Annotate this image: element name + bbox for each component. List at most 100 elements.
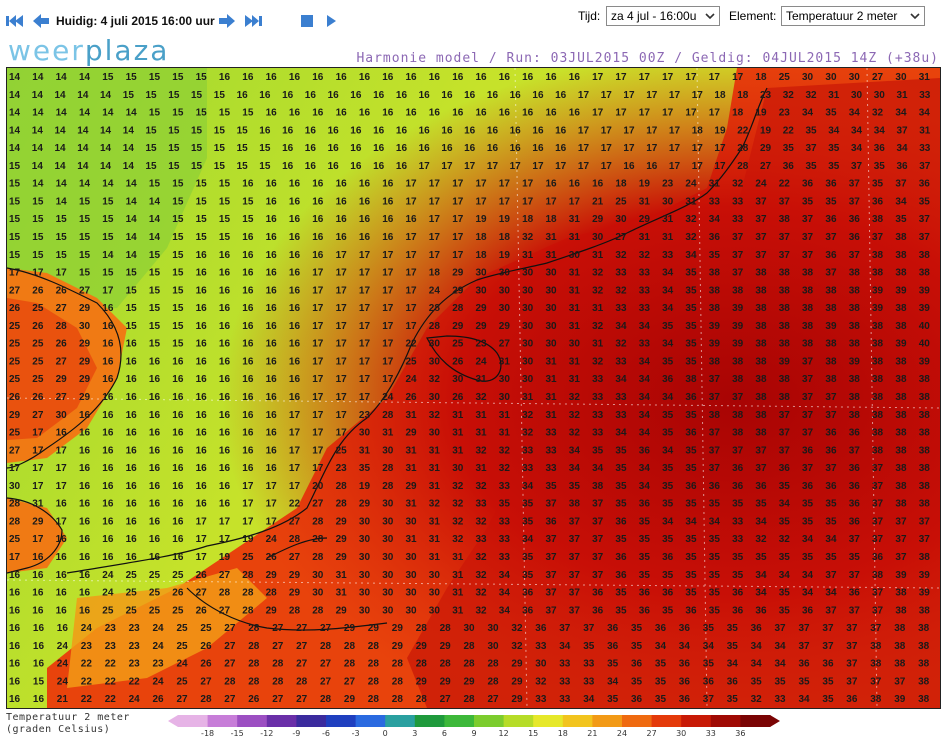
temperature-value: 27 <box>760 161 772 172</box>
temperature-value: 15 <box>146 125 158 136</box>
temperature-value: 35 <box>662 356 674 367</box>
temperature-value: 16 <box>79 588 91 599</box>
temperature-value: 16 <box>219 481 231 492</box>
temperature-value: 35 <box>849 552 861 563</box>
temperature-value: 18 <box>476 250 488 261</box>
play-icon[interactable] <box>320 11 342 31</box>
temperature-value: 30 <box>569 339 581 350</box>
temperature-value: 32 <box>569 410 581 421</box>
temperature-value: 15 <box>219 232 231 243</box>
skip-forward-icon[interactable] <box>242 11 264 31</box>
temperature-value: 35 <box>799 676 811 687</box>
temperature-value: 39 <box>894 694 906 705</box>
temperature-value: 37 <box>849 605 861 616</box>
temperature-value: 38 <box>919 268 931 279</box>
temperature-value: 34 <box>569 463 581 474</box>
temperature-value: 25 <box>172 605 184 616</box>
temperature-value: 16 <box>56 552 68 563</box>
temperature-value: 36 <box>825 445 837 456</box>
temperature-value: 16 <box>126 428 138 439</box>
temperature-value: 30 <box>312 570 324 581</box>
temperature-value: 16 <box>266 392 278 403</box>
temperature-value: 37 <box>851 161 863 172</box>
temperature-value: 35 <box>685 588 697 599</box>
temperature-value: 36 <box>849 463 861 474</box>
temperature-value: 16 <box>546 108 558 119</box>
stop-icon[interactable] <box>296 11 318 31</box>
temperature-value: 33 <box>499 481 511 492</box>
temperature-value: 37 <box>846 659 858 670</box>
temperature-value: 28 <box>392 659 404 670</box>
temperature-value: 38 <box>825 374 837 385</box>
temperature-value: 16 <box>359 72 371 83</box>
temperature-value: 22 <box>129 676 141 687</box>
element-select[interactable]: Temperatuur 2 meter <box>781 6 925 26</box>
temperature-value: 16 <box>266 72 278 83</box>
temperature-map[interactable]: 14 14 14 14 15 15 15 15 15 16 16 16 16 16 16 16 16 16 16 16… <box>6 67 941 709</box>
temperature-value: 38 <box>779 303 791 314</box>
temperature-value: 38 <box>872 410 884 421</box>
temperature-value: 16 <box>79 481 91 492</box>
temperature-value: 35 <box>709 534 721 545</box>
temperature-value: 15 <box>32 250 44 261</box>
arrow-left-icon[interactable] <box>30 11 52 31</box>
arrow-right-icon[interactable] <box>216 11 238 31</box>
temperature-value: 16 <box>289 321 301 332</box>
temperature-value: 16 <box>149 445 161 456</box>
temperature-value: 29 <box>336 534 348 545</box>
temperature-value: 15 <box>126 72 138 83</box>
weerplaza-logo[interactable]: weerplaza <box>8 34 169 67</box>
temperature-value: 16 <box>266 374 278 385</box>
temperature-value: 31 <box>476 374 488 385</box>
temperature-value: 38 <box>755 428 767 439</box>
temperature-value: 36 <box>755 605 767 616</box>
temperature-value: 31 <box>452 552 464 563</box>
temperature-value: 37 <box>895 516 907 527</box>
temperature-value: 17 <box>429 250 441 261</box>
temperature-value: 17 <box>336 410 348 421</box>
temperature-value: 17 <box>522 196 534 207</box>
temperature-value: 33 <box>592 410 604 421</box>
temperature-value: 27 <box>272 641 284 652</box>
color-scale-tick-label: -9 <box>292 729 301 738</box>
temperature-value: 15 <box>242 214 254 225</box>
temperature-value: 35 <box>662 570 674 581</box>
temperature-value: 38 <box>732 285 744 296</box>
temperature-value: 27 <box>56 303 68 314</box>
skip-back-icon[interactable] <box>4 11 26 31</box>
temperature-value: 35 <box>615 481 627 492</box>
temperature-value: 37 <box>872 605 884 616</box>
color-scale-tick-label: -6 <box>322 729 330 738</box>
temperature-value: 16 <box>289 108 301 119</box>
temperature-value: 35 <box>569 481 581 492</box>
temperature-value: 17 <box>382 321 394 332</box>
temperature-value: 30 <box>359 588 371 599</box>
temperature-value: 16 <box>266 250 278 261</box>
temperature-value: 32 <box>499 463 511 474</box>
temperature-value: 17 <box>289 445 301 456</box>
temperature-value: 16 <box>350 125 362 136</box>
temperature-value: 16 <box>359 214 371 225</box>
temperature-value: 28 <box>320 641 332 652</box>
temperature-value: 27 <box>224 641 236 652</box>
temperature-value: 36 <box>799 659 811 670</box>
color-scale-segment <box>533 715 564 727</box>
temperature-value: 34 <box>703 641 715 652</box>
temperature-value: 37 <box>755 232 767 243</box>
temperature-value: 16 <box>196 356 208 367</box>
temperature-value: 16 <box>569 179 581 190</box>
temperature-value: 22 <box>81 659 93 670</box>
temperature-value: 14 <box>55 161 67 172</box>
temperature-value: 37 <box>559 623 571 634</box>
color-scale-tick-label: -15 <box>230 729 244 738</box>
tijd-select[interactable]: za 4 jul - 16:00u <box>606 6 720 26</box>
temperature-value: 37 <box>822 623 834 634</box>
temperature-value: 34 <box>569 445 581 456</box>
temperature-value: 29 <box>416 641 428 652</box>
temperature-value: 17 <box>669 90 681 101</box>
temperature-value: 16 <box>350 90 362 101</box>
temperature-value: 16 <box>499 72 511 83</box>
temperature-value: 14 <box>77 143 89 154</box>
temperature-value: 26 <box>56 339 68 350</box>
temperature-value: 26 <box>200 659 212 670</box>
